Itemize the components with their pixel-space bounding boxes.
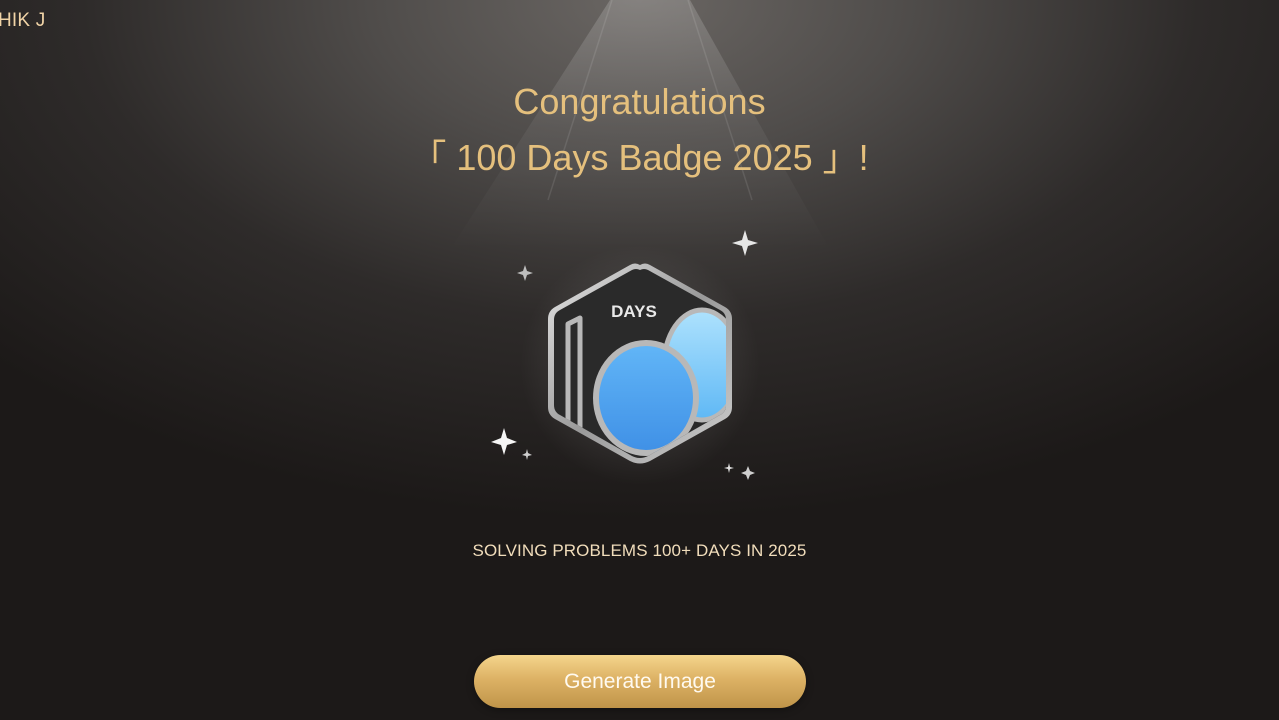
sparkle-icon bbox=[732, 230, 758, 256]
sparkle-icon bbox=[724, 463, 734, 473]
congrats-title: Congratulations bbox=[513, 81, 766, 122]
user-name: HIK J bbox=[0, 10, 46, 31]
100-days-badge-icon: DAYS bbox=[491, 230, 760, 485]
badge-description: SOLVING PROBLEMS 100+ DAYS IN 2025 bbox=[472, 541, 807, 560]
sparkle-icon bbox=[491, 428, 517, 455]
sparkle-icon bbox=[517, 265, 533, 281]
badge-display: DAYS bbox=[480, 220, 800, 500]
generate-image-button[interactable]: Generate Image bbox=[474, 655, 806, 708]
sparkle-icon bbox=[522, 449, 532, 460]
badge-name-title: 「 100 Days Badge 2025 」! bbox=[410, 137, 869, 178]
badge-days-label: DAYS bbox=[611, 302, 657, 321]
sparkle-icon bbox=[741, 466, 755, 480]
